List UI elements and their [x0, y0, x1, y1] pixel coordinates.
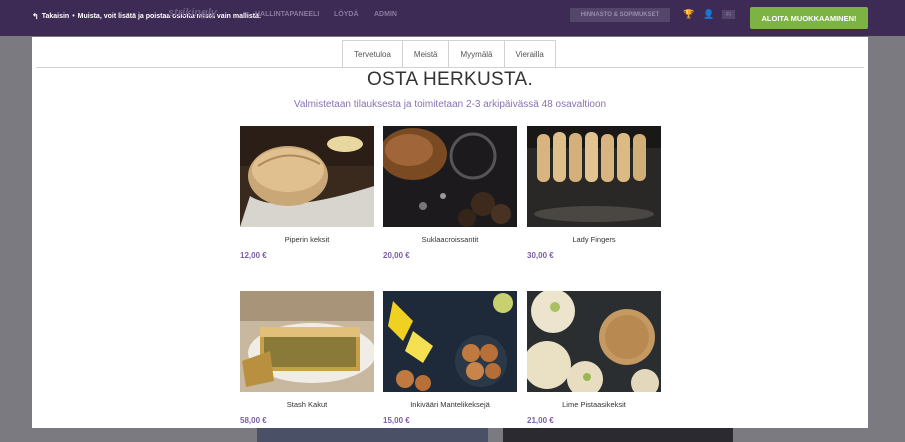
product-card[interactable]: Lime Pistaasikeksit 21,00 € — [527, 291, 661, 425]
section-tabs: Tervetuloa Meistä Myymälä Vierailla — [342, 40, 556, 68]
background-section-right — [503, 428, 733, 442]
product-card[interactable]: Inkivääri Mantelikeksejä 15,00 € — [383, 291, 517, 425]
chocolate-croissant-image — [383, 126, 517, 227]
product-name: Inkivääri Mantelikeksejä — [410, 400, 490, 409]
product-price: 58,00 € — [240, 416, 267, 425]
tab-tervetuloa[interactable]: Tervetuloa — [342, 40, 403, 68]
start-editing-button[interactable]: ALOITA MUOKKAAMINEN! — [750, 7, 868, 29]
back-arrow-icon: ↰ — [32, 12, 39, 21]
nav-dashboard[interactable]: HALLINTAPANEELI — [255, 11, 319, 18]
tab-vierailla[interactable]: Vierailla — [504, 40, 556, 68]
tab-myymala[interactable]: Myymälä — [449, 40, 505, 68]
separator: • — [72, 13, 75, 20]
product-price: 21,00 € — [527, 416, 554, 425]
tab-meista[interactable]: Meistä — [402, 40, 450, 68]
background-section-left — [257, 428, 488, 442]
pricing-button[interactable]: HINNASTO & SOPIMUKSET — [570, 8, 670, 22]
template-preview-modal: Tervetuloa Meistä Myymälä Vierailla OSTA… — [32, 37, 868, 428]
product-name: Lime Pistaasikeksit — [562, 400, 626, 409]
product-card[interactable]: Piperin keksit 12,00 € — [240, 126, 374, 260]
product-card[interactable]: Suklaacroissantit 20,00 € — [383, 126, 517, 260]
bread-loaf-image — [240, 126, 374, 227]
almond-cookies-image — [383, 291, 517, 392]
user-icon[interactable]: 👤 — [703, 9, 714, 20]
product-price: 12,00 € — [240, 251, 267, 260]
product-name: Stash Kakut — [286, 400, 328, 409]
nav-admin[interactable]: ADMIN — [374, 11, 397, 18]
product-price: 20,00 € — [383, 251, 410, 260]
page-title: OSTA HERKUSTA. — [366, 69, 534, 90]
pistachio-cookies-image — [527, 291, 661, 392]
product-name: Piperin keksit — [284, 235, 330, 244]
product-card[interactable]: Stash Kakut 58,00 € — [240, 291, 374, 425]
lady-fingers-image — [527, 126, 661, 227]
nav-discover[interactable]: LÖYDÄ — [334, 11, 359, 18]
quiche-image — [240, 291, 374, 392]
admin-topbar: ↰ Takaisin • Muista, voit lisätä ja pois… — [0, 0, 905, 36]
product-card[interactable]: Lady Fingers 30,00 € — [527, 126, 661, 260]
strikingly-logo: strikingly — [168, 7, 217, 19]
tabs-divider — [36, 67, 864, 68]
product-price: 15,00 € — [383, 416, 410, 425]
product-name: Lady Fingers — [572, 235, 616, 244]
page-subtitle: Valmistetaan tilauksesta ja toimitetaan … — [293, 99, 607, 110]
product-price: 30,00 € — [527, 251, 554, 260]
language-selector[interactable]: FI — [722, 10, 735, 19]
trophy-icon[interactable]: 🏆 — [683, 9, 694, 20]
product-name: Suklaacroissantit — [421, 235, 479, 244]
back-label: Takaisin — [41, 13, 70, 20]
back-link[interactable]: ↰ Takaisin • Muista, voit lisätä ja pois… — [32, 12, 261, 21]
